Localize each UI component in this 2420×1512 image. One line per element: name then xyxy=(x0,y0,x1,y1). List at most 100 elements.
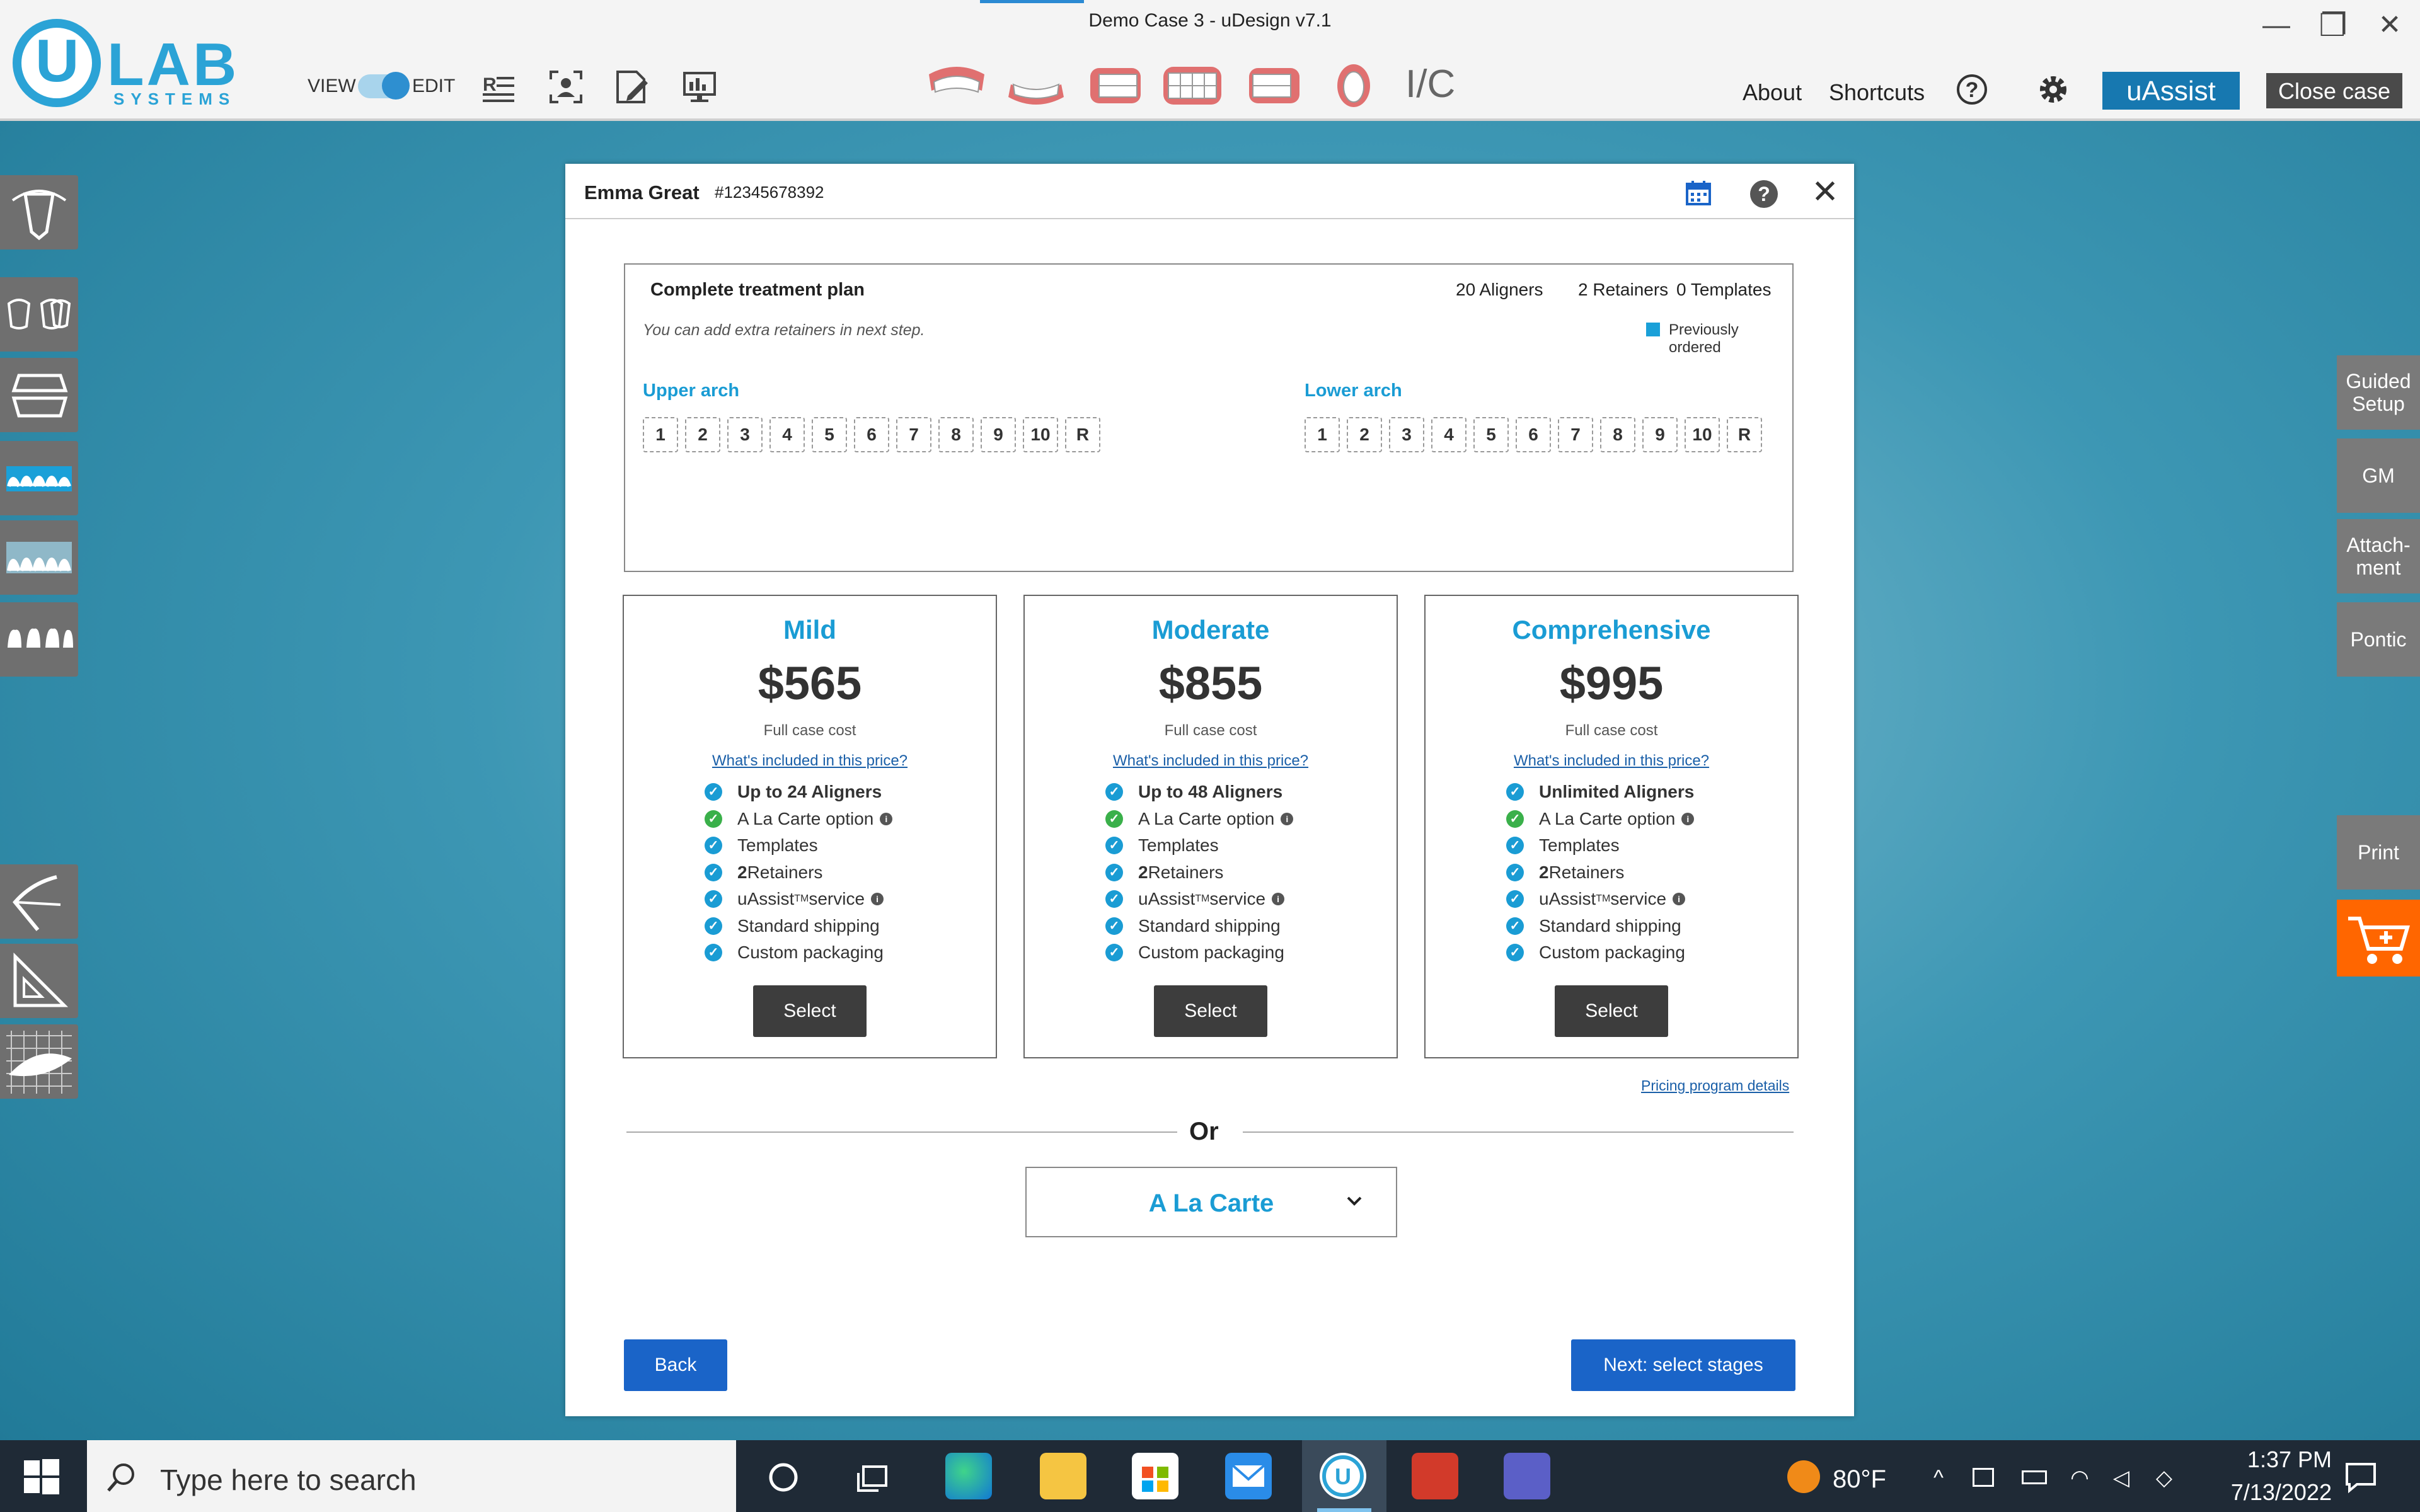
upper-stage[interactable]: 1 xyxy=(643,417,678,452)
teams-icon[interactable] xyxy=(1504,1453,1550,1499)
lower-stage[interactable]: 7 xyxy=(1558,417,1593,452)
shortcuts-link[interactable]: Shortcuts xyxy=(1829,79,1925,106)
clock-date[interactable]: 7/13/2022 xyxy=(2187,1479,2332,1506)
back-button[interactable]: Back xyxy=(624,1339,727,1391)
mail-icon[interactable] xyxy=(1225,1453,1272,1499)
next-select-stages-button[interactable]: Next: select stages xyxy=(1571,1339,1795,1391)
upper-stage[interactable]: R xyxy=(1065,417,1100,452)
udesign-app-icon[interactable]: U xyxy=(1320,1453,1366,1499)
weather-icon[interactable] xyxy=(1787,1460,1820,1493)
upper-teeth-icon[interactable] xyxy=(925,63,988,108)
upper-stage[interactable]: 2 xyxy=(685,417,720,452)
store-icon[interactable] xyxy=(1132,1453,1178,1499)
ltool-teeth-row[interactable] xyxy=(0,602,78,677)
lower-teeth-icon[interactable] xyxy=(1005,63,1068,108)
weather-temp[interactable]: 80°F xyxy=(1833,1465,1886,1494)
right-bite-icon[interactable] xyxy=(1243,63,1306,108)
edge-icon[interactable] xyxy=(945,1453,992,1499)
pontic-button[interactable]: Pontic xyxy=(2337,602,2420,677)
lower-stage[interactable]: R xyxy=(1727,417,1762,452)
guided-setup-button[interactable]: Guided Setup xyxy=(2337,355,2420,430)
upper-stage[interactable]: 5 xyxy=(812,417,847,452)
price-details-link[interactable]: What's included in this price? xyxy=(624,752,996,770)
dialog-help-icon[interactable]: ? xyxy=(1750,180,1778,208)
chevron-up-icon[interactable]: ^ xyxy=(1926,1465,1951,1491)
lower-stage[interactable]: 2 xyxy=(1347,417,1382,452)
lower-stage[interactable]: 6 xyxy=(1516,417,1551,452)
snipping-tool-icon[interactable] xyxy=(1412,1453,1458,1499)
maximize-button[interactable]: ❐ xyxy=(2308,5,2358,45)
price-details-link[interactable]: What's included in this price? xyxy=(1426,752,1797,770)
ltool-measure[interactable] xyxy=(0,944,78,1018)
uassist-button[interactable]: uAssist xyxy=(2102,72,2240,110)
lower-stage[interactable]: 9 xyxy=(1642,417,1678,452)
info-icon[interactable]: i xyxy=(871,893,884,906)
upper-stage[interactable]: 3 xyxy=(727,417,763,452)
toggle-knob[interactable] xyxy=(382,72,410,100)
pricing-program-link[interactable]: Pricing program details xyxy=(1641,1077,1789,1094)
ltool-clinical-setup[interactable] xyxy=(0,175,78,249)
select-comprehensive-button[interactable]: Select xyxy=(1555,985,1668,1037)
close-case-button[interactable]: Close case xyxy=(2266,73,2402,108)
calendar-icon[interactable] xyxy=(1685,179,1712,207)
lower-stage[interactable]: 4 xyxy=(1431,417,1466,452)
upper-stage[interactable]: 6 xyxy=(854,417,889,452)
info-icon[interactable]: i xyxy=(1272,893,1285,906)
select-moderate-button[interactable]: Select xyxy=(1154,985,1267,1037)
task-view-icon[interactable] xyxy=(856,1460,890,1494)
minimize-button[interactable]: — xyxy=(2251,5,2302,45)
upper-stage[interactable]: 7 xyxy=(896,417,931,452)
left-bite-icon[interactable] xyxy=(1084,63,1147,108)
wifi-icon[interactable]: ◠ xyxy=(2067,1465,2092,1491)
select-mild-button[interactable]: Select xyxy=(753,985,867,1037)
info-icon[interactable]: i xyxy=(880,812,893,825)
edit-note-icon[interactable] xyxy=(613,68,650,106)
window-close-button[interactable]: ✕ xyxy=(2365,5,2415,45)
occlusal-view-icon[interactable] xyxy=(1322,63,1385,108)
windows-start-icon[interactable] xyxy=(24,1459,59,1494)
ltool-grid[interactable] xyxy=(0,1024,78,1099)
upper-stage[interactable]: 8 xyxy=(938,417,974,452)
ltool-gingiva[interactable] xyxy=(0,520,78,595)
lower-stage[interactable]: 10 xyxy=(1685,417,1720,452)
gm-button[interactable]: GM xyxy=(2337,438,2420,513)
print-button[interactable]: Print xyxy=(2337,815,2420,890)
ltool-segment[interactable] xyxy=(0,358,78,432)
upper-stage[interactable]: 10 xyxy=(1023,417,1058,452)
dropbox-icon[interactable]: ◇ xyxy=(2152,1465,2177,1491)
ltool-cut-tool[interactable] xyxy=(0,864,78,939)
list-icon[interactable]: R xyxy=(480,68,518,106)
info-icon[interactable]: i xyxy=(1681,812,1695,825)
photo-frame-icon[interactable] xyxy=(547,68,585,106)
cart-button[interactable] xyxy=(2337,900,2420,976)
info-icon[interactable]: i xyxy=(1281,812,1294,825)
lower-stage[interactable]: 8 xyxy=(1600,417,1635,452)
gear-icon[interactable] xyxy=(2037,73,2070,106)
notification-icon[interactable] xyxy=(2343,1459,2378,1494)
lower-stage[interactable]: 1 xyxy=(1305,417,1340,452)
price-details-link[interactable]: What's included in this price? xyxy=(1025,752,1397,770)
attachment-button[interactable]: Attach-ment xyxy=(2337,519,2420,593)
ic-button[interactable]: I/C xyxy=(1405,62,1455,106)
lower-stage[interactable]: 3 xyxy=(1389,417,1424,452)
monitor-icon[interactable] xyxy=(681,68,718,106)
upper-stage[interactable]: 4 xyxy=(769,417,805,452)
upper-stage[interactable]: 9 xyxy=(981,417,1016,452)
dialog-close-icon[interactable]: ✕ xyxy=(1809,176,1841,209)
clock-time[interactable]: 1:37 PM xyxy=(2187,1446,2332,1473)
lower-stage[interactable]: 5 xyxy=(1473,417,1509,452)
alacarte-dropdown[interactable]: A La Carte xyxy=(1025,1167,1397,1237)
ltool-crown[interactable] xyxy=(0,277,78,352)
volume-icon[interactable]: ◁ xyxy=(2109,1465,2134,1491)
about-link[interactable]: About xyxy=(1743,79,1802,106)
battery-icon[interactable] xyxy=(2022,1470,2047,1484)
help-icon[interactable]: ? xyxy=(1957,74,1987,105)
feature-item: ✓ 2 Retainers xyxy=(705,859,892,886)
meet-now-icon[interactable] xyxy=(1973,1468,1994,1487)
ltool-arch-view[interactable] xyxy=(0,441,78,515)
front-bite-icon[interactable] xyxy=(1161,63,1224,108)
info-icon[interactable]: i xyxy=(1673,893,1686,906)
taskbar-search[interactable]: Type here to search xyxy=(87,1440,736,1512)
cortana-icon[interactable] xyxy=(766,1460,800,1494)
file-explorer-icon[interactable] xyxy=(1040,1453,1086,1499)
